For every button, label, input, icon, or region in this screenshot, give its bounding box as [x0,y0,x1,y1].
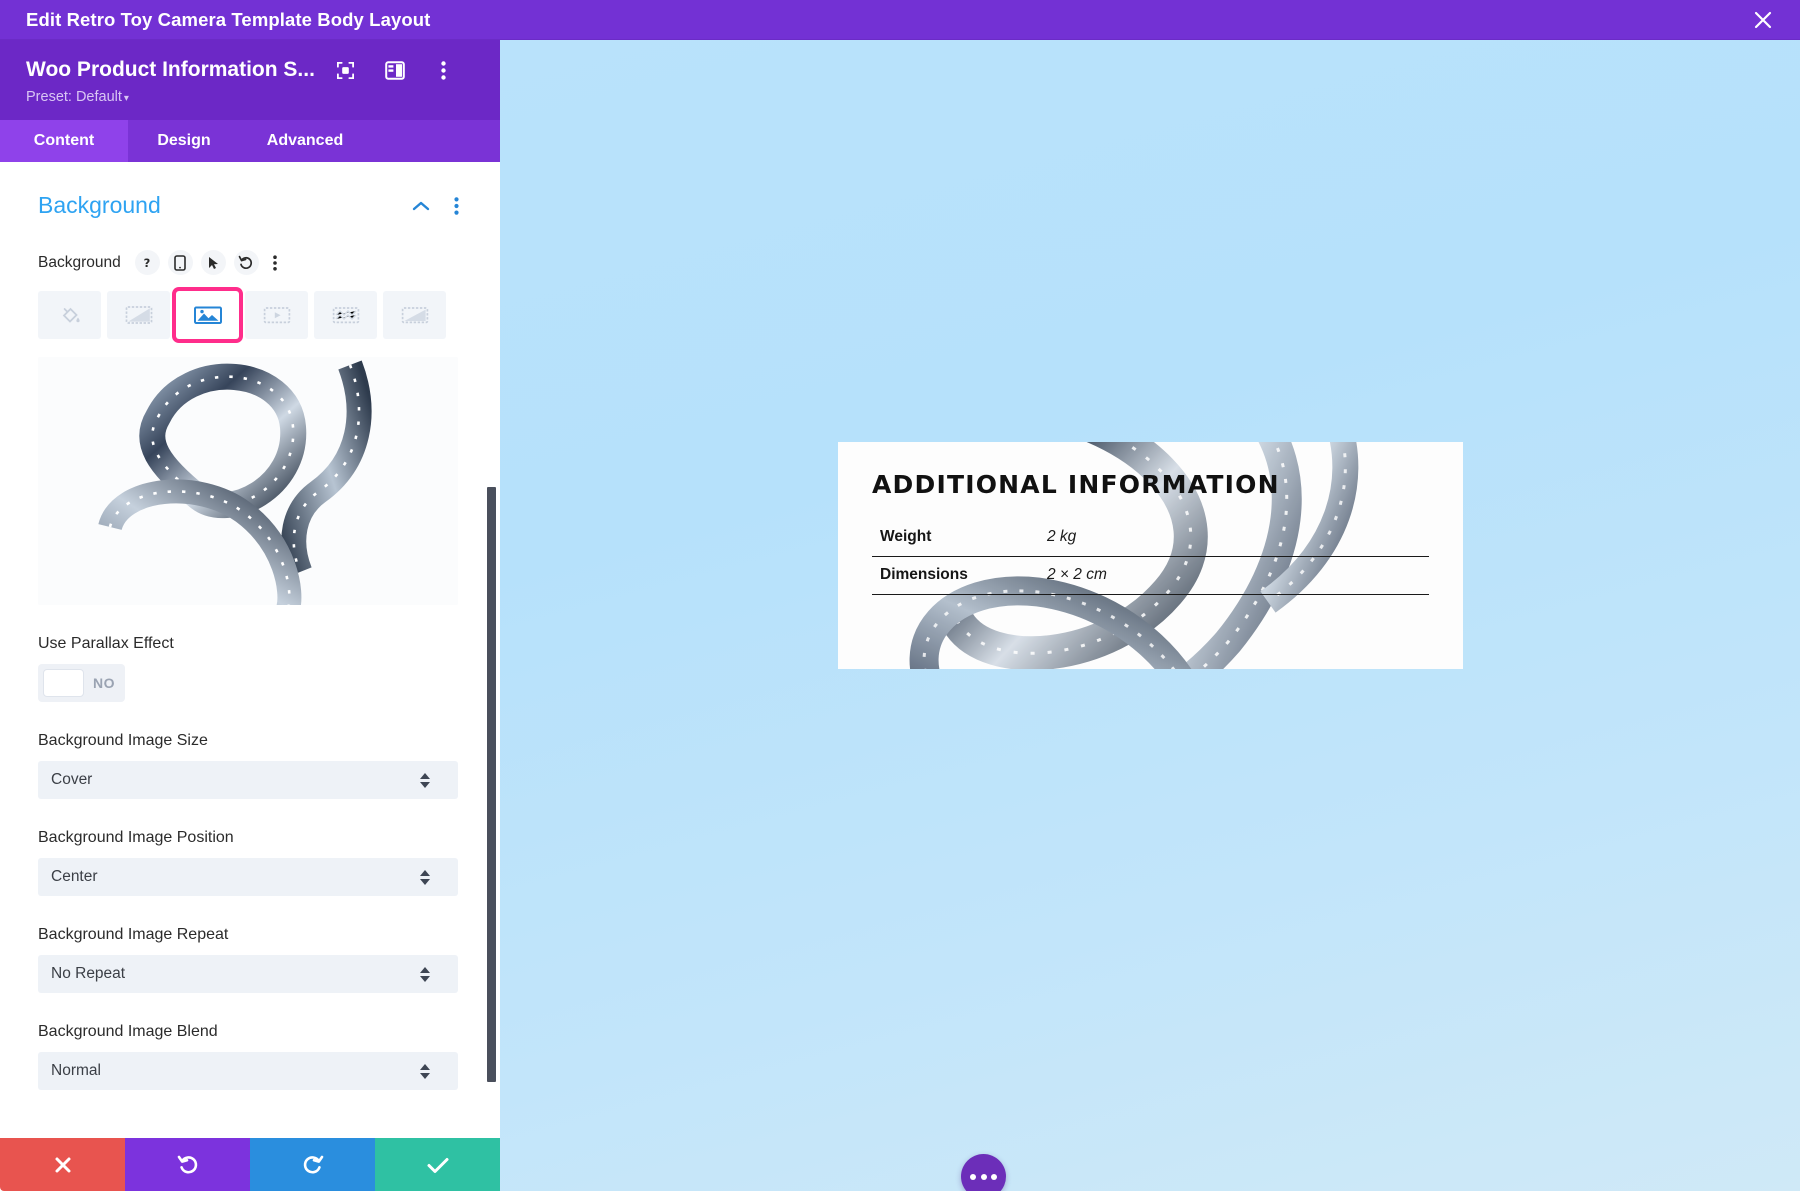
background-image-blend-select[interactable]: Normal [38,1052,458,1090]
select-value: No Repeat [51,965,126,982]
panel-header: Woo Product Information S... Preset: Def… [0,40,500,120]
field-label: Background Image Blend [38,1023,218,1040]
parallax-label: Use Parallax Effect [38,635,174,652]
more-options-icon[interactable] [961,1154,1006,1191]
module-settings-panel: Woo Product Information S... Preset: Def… [0,40,500,1191]
row-key: Dimensions [872,556,1047,595]
preview-canvas: ADDITIONAL INFORMATION Weight 2 kg Dimen… [500,40,1800,1191]
select-value: Normal [51,1062,101,1079]
background-type-mask[interactable] [383,291,446,339]
redo-button[interactable] [250,1138,375,1191]
dot [980,1173,987,1180]
chevron-updown-icon [420,869,430,885]
background-section-header: Background [38,192,462,219]
save-button[interactable] [375,1138,500,1191]
field-label: Background Image Size [38,732,208,749]
responsive-mobile-icon[interactable] [167,250,193,275]
background-field-controls: ? [134,250,283,275]
field-label: Background Image Position [38,829,234,846]
table-row: Dimensions 2 × 2 cm [872,556,1429,595]
parallax-field: Use Parallax Effect NO [38,635,462,702]
background-image-thumbnail[interactable] [38,357,458,605]
background-image-size-select[interactable]: Cover [38,761,458,799]
row-key: Weight [872,519,1047,557]
layout-panel-icon[interactable] [384,59,406,81]
focus-target-icon[interactable] [335,59,357,81]
background-field-label: Background [38,253,121,271]
preset-label: Preset: Default [26,89,122,105]
dot [991,1173,997,1180]
card-content: ADDITIONAL INFORMATION Weight 2 kg Dimen… [838,442,1463,669]
window-title: Edit Retro Toy Camera Template Body Layo… [26,8,431,30]
dot [970,1173,976,1180]
close-x-icon [55,1157,70,1172]
toggle-value: NO [93,675,115,691]
tab-design[interactable]: Design [128,120,240,162]
panel-scrollbar[interactable] [487,487,496,1082]
section-title: Background [38,192,161,218]
background-image-repeat-field: Background Image Repeat No Repeat [38,926,462,993]
undo-arrow-icon [177,1155,197,1174]
cancel-button[interactable] [0,1138,125,1191]
parallax-toggle[interactable]: NO [38,664,125,702]
select-value: Cover [51,771,93,788]
panel-body: Background Background ? Use Parallax Eff… [0,162,500,1191]
kebab-menu-icon[interactable] [450,196,462,215]
chevron-down-icon: ▾ [123,93,129,104]
settings-tabs: Content Design Advanced [0,120,500,162]
svg-text:?: ? [144,256,151,270]
background-type-color[interactable] [38,291,101,339]
window-title-bar: Edit Retro Toy Camera Template Body Layo… [0,0,1800,40]
background-type-pattern[interactable] [314,291,377,339]
redo-arrow-icon [303,1155,323,1174]
background-field-row: Background ? [38,250,462,275]
card-heading: ADDITIONAL INFORMATION [872,470,1280,499]
kebab-menu-icon[interactable] [267,250,283,275]
panel-header-icons [335,59,455,81]
module-title: Woo Product Information S... [26,58,315,81]
close-icon[interactable] [1748,5,1778,35]
row-value: 2 kg [1047,519,1429,557]
panel-action-bar [0,1138,500,1191]
settings-scroll-area: Background Background ? Use Parallax Eff… [0,162,500,1191]
kebab-menu-icon[interactable] [433,59,455,81]
row-value: 2 × 2 cm [1047,556,1429,595]
preset-selector[interactable]: Preset: Default ▾ [26,89,129,105]
chevron-up-icon[interactable] [412,200,430,212]
background-image-position-select[interactable]: Center [38,858,458,896]
tab-content[interactable]: Content [0,120,128,162]
chevron-updown-icon [420,1063,430,1079]
background-type-image[interactable] [176,291,239,339]
background-image-size-field: Background Image Size Cover [38,732,462,799]
chevron-updown-icon [420,966,430,982]
toggle-knob [43,669,84,697]
check-icon [427,1157,448,1173]
hover-cursor-icon[interactable] [200,250,226,275]
additional-information-card: ADDITIONAL INFORMATION Weight 2 kg Dimen… [838,442,1463,669]
background-type-video[interactable] [245,291,308,339]
background-image-repeat-select[interactable]: No Repeat [38,955,458,993]
background-image-blend-field: Background Image Blend Normal [38,1023,462,1090]
background-type-tabs [38,291,462,339]
field-label: Background Image Repeat [38,926,229,943]
table-row: Weight 2 kg [872,519,1429,557]
tab-advanced[interactable]: Advanced [240,120,370,162]
background-image-position-field: Background Image Position Center [38,829,462,896]
background-type-gradient[interactable] [107,291,170,339]
help-icon[interactable]: ? [134,250,160,275]
reset-undo-icon[interactable] [233,250,259,275]
additional-information-table: Weight 2 kg Dimensions 2 × 2 cm [872,519,1429,595]
chevron-updown-icon [420,772,430,788]
undo-button[interactable] [125,1138,250,1191]
select-value: Center [51,868,98,885]
app-root: Edit Retro Toy Camera Template Body Layo… [0,0,1800,1191]
